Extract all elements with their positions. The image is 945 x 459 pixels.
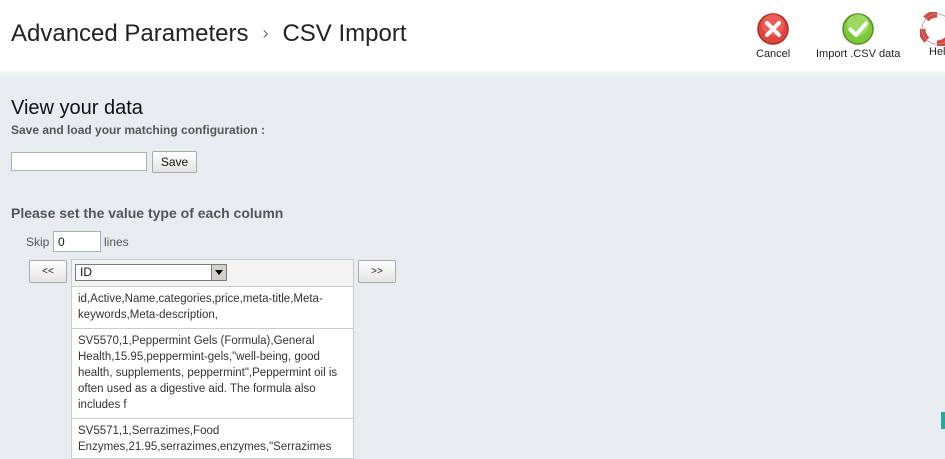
view-data-heading: View your data bbox=[11, 97, 143, 119]
breadcrumb: Advanced Parameters › CSV Import bbox=[11, 20, 407, 48]
import-csv-button[interactable]: Import .CSV data bbox=[816, 12, 900, 60]
skip-lines-input[interactable] bbox=[53, 231, 101, 252]
column-cell: SV5570,1,Peppermint Gels (Formula),Gener… bbox=[72, 329, 353, 419]
next-columns-button[interactable]: >> bbox=[358, 260, 396, 283]
cancel-icon bbox=[757, 13, 789, 45]
matching-config-label: Save and load your matching configuratio… bbox=[11, 123, 266, 137]
value-type-heading: Please set the value type of each column bbox=[11, 205, 284, 221]
help-label: Help bbox=[929, 46, 945, 58]
breadcrumb-item-advanced-parameters[interactable]: Advanced Parameters bbox=[11, 20, 248, 47]
help-icon bbox=[920, 12, 945, 46]
previous-columns-button[interactable]: << bbox=[29, 260, 67, 283]
column-type-select[interactable]: ID bbox=[75, 264, 227, 281]
csv-import-content: View your data Save and load your matchi… bbox=[0, 82, 945, 459]
import-csv-label: Import .CSV data bbox=[816, 48, 901, 60]
page-header: Advanced Parameters › CSV Import Cancel Im… bbox=[0, 0, 945, 72]
header-divider bbox=[0, 71, 945, 82]
cancel-button[interactable]: Cancel bbox=[756, 12, 790, 60]
skip-label: Skip bbox=[26, 235, 50, 249]
save-config-button[interactable]: Save bbox=[152, 151, 197, 173]
column-cell: SV5571,1,Serrazimes,Food Enzymes,21.95,s… bbox=[72, 419, 353, 458]
column-type-value: ID bbox=[80, 265, 92, 279]
edge-marker bbox=[941, 412, 945, 429]
lines-label: lines bbox=[104, 235, 129, 249]
help-button[interactable]: Help bbox=[920, 12, 945, 58]
column-preview: ID id,Active,Name,categories,price,meta-… bbox=[71, 259, 354, 459]
cancel-label: Cancel bbox=[756, 48, 791, 60]
check-icon bbox=[842, 13, 874, 45]
column-header: ID bbox=[72, 260, 353, 287]
breadcrumb-item-csv-import: CSV Import bbox=[282, 20, 407, 47]
breadcrumb-separator: › bbox=[262, 23, 269, 43]
chevron-down-icon bbox=[211, 265, 226, 280]
column-cell: id,Active,Name,categories,price,meta-tit… bbox=[72, 287, 353, 329]
config-name-input[interactable] bbox=[11, 152, 147, 171]
